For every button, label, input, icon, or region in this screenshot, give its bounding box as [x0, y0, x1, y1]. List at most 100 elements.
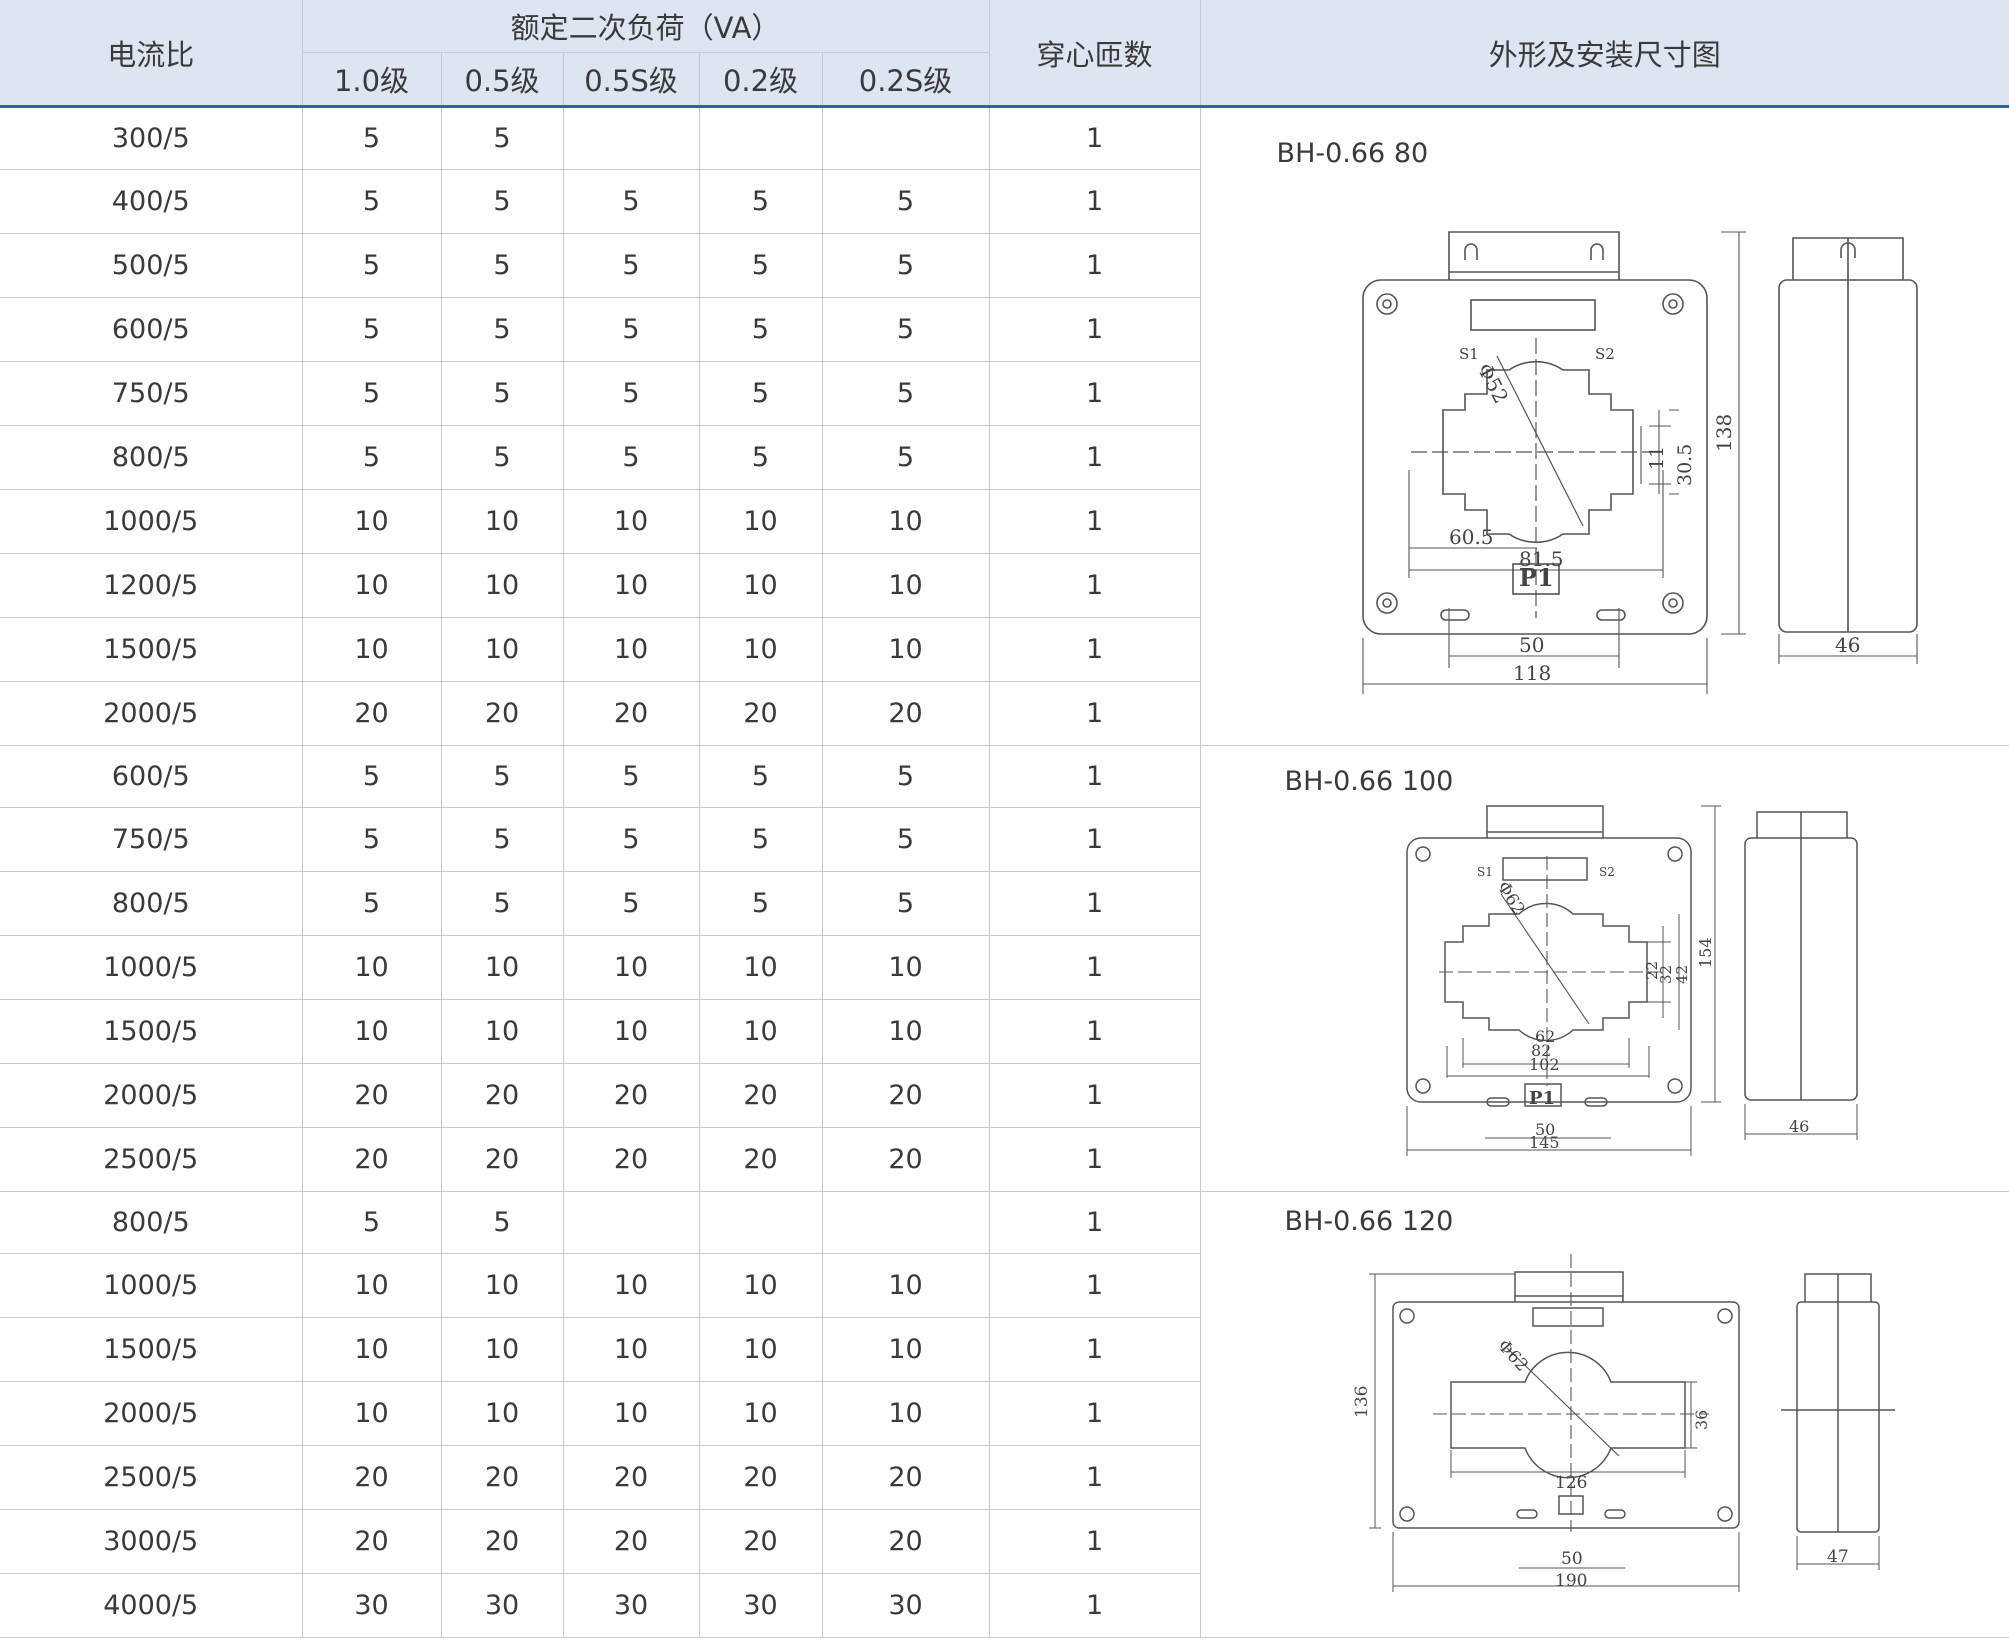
cell-burden: 5 [301, 297, 442, 362]
cell-burden: 20 [562, 1445, 700, 1510]
dim-hole: Φ62 [1493, 1336, 1532, 1376]
cell-burden: 20 [821, 1509, 990, 1574]
cell-burden: 10 [301, 489, 442, 554]
cell-burden: 5 [440, 169, 564, 234]
table-row: 300/5 5 5 1 BH-0.66 80 S1 S2 P1 Φ52 60.5… [0, 106, 2009, 746]
cell-turns: 1 [988, 745, 1201, 808]
cell-burden: 5 [562, 871, 700, 936]
cell-burden: 20 [698, 1127, 823, 1192]
cell-burden [698, 1191, 823, 1254]
cell-burden: 30 [301, 1573, 442, 1638]
dim-w2: 81.5 [1519, 547, 1564, 571]
cell-burden: 5 [440, 745, 564, 808]
cell-burden: 10 [821, 553, 990, 618]
cell-burden: 20 [562, 1063, 700, 1128]
cell-burden: 5 [698, 169, 823, 234]
s1-label: S1 [1477, 865, 1493, 879]
cell-burden: 10 [821, 617, 990, 682]
cell-burden: 10 [562, 935, 700, 1000]
dim-w1: 60.5 [1449, 525, 1494, 549]
cell-burden: 10 [698, 1317, 823, 1382]
cell-burden: 20 [562, 1127, 700, 1192]
cell-burden: 20 [821, 681, 990, 746]
cell-burden: 5 [301, 807, 442, 872]
cell-burden: 5 [440, 297, 564, 362]
dim-height: 154 [1696, 937, 1715, 968]
dim-h2: 30.5 [1674, 444, 1696, 486]
table-row: 600/5 5 5 5 5 5 1 BH-0.66 100 S1 S2 P1 Φ62 62 … [0, 745, 2009, 1192]
cell-burden: 5 [301, 233, 442, 298]
cell-burden: 20 [698, 1445, 823, 1510]
cell-burden: 20 [301, 1127, 442, 1192]
cell-burden: 20 [562, 681, 700, 746]
header-drawing: 外形及安装尺寸图 [1199, 0, 2009, 108]
cell-burden: 5 [698, 233, 823, 298]
cell-ratio: 800/5 [0, 425, 303, 490]
cell-burden: 10 [562, 553, 700, 618]
cell-ratio: 400/5 [0, 169, 303, 234]
cell-burden [821, 1191, 990, 1254]
cell-burden: 5 [301, 871, 442, 936]
p1-label: P1 [1529, 1088, 1555, 1109]
cell-turns: 1 [988, 617, 1201, 682]
cell-ratio: 600/5 [0, 745, 303, 808]
header-class-0-2s: 0.2S级 [821, 52, 990, 108]
cell-burden: 20 [698, 1509, 823, 1574]
drawing-cell: BH-0.66 80 S1 S2 P1 Φ52 60.5 81.5 11 30.… [1199, 106, 2009, 746]
cell-burden: 10 [301, 1253, 442, 1318]
cell-burden: 10 [301, 617, 442, 682]
cell-ratio: 1500/5 [0, 617, 303, 682]
drawing-cell: BH-0.66 120 Φ62 126 36 136 50 190 47 [1199, 1191, 2009, 1638]
cell-burden: 10 [698, 553, 823, 618]
cell-turns: 1 [988, 681, 1201, 746]
cell-burden: 10 [440, 489, 564, 554]
cell-ratio: 2500/5 [0, 1445, 303, 1510]
cell-turns: 1 [988, 425, 1201, 490]
cell-burden: 10 [440, 1253, 564, 1318]
cell-burden: 10 [698, 935, 823, 1000]
cell-burden: 10 [821, 999, 990, 1064]
cell-burden: 5 [562, 169, 700, 234]
cell-ratio: 800/5 [0, 1191, 303, 1254]
cell-burden: 5 [440, 807, 564, 872]
cell-turns: 1 [988, 489, 1201, 554]
dim-h1: 11 [1646, 446, 1668, 470]
dim-width: 190 [1555, 1571, 1587, 1591]
cell-burden: 5 [562, 745, 700, 808]
cell-burden [821, 106, 990, 170]
cell-burden: 10 [562, 1317, 700, 1382]
cell-burden: 5 [821, 297, 990, 362]
cell-burden: 10 [698, 1381, 823, 1446]
cell-burden [698, 106, 823, 170]
header-ratio: 电流比 [0, 0, 303, 108]
cell-burden: 10 [698, 999, 823, 1064]
cell-burden: 5 [301, 425, 442, 490]
cell-turns: 1 [988, 935, 1201, 1000]
dim-height: 138 [1712, 414, 1736, 452]
cell-turns: 1 [988, 106, 1201, 170]
cell-burden: 10 [821, 1381, 990, 1446]
cell-burden: 10 [440, 1317, 564, 1382]
cell-burden: 10 [562, 999, 700, 1064]
cell-burden: 5 [698, 807, 823, 872]
header-class-0-2: 0.2级 [698, 52, 823, 108]
cell-turns: 1 [988, 1445, 1201, 1510]
cell-burden: 10 [821, 489, 990, 554]
s2-label: S2 [1599, 865, 1615, 879]
cell-turns: 1 [988, 1127, 1201, 1192]
cell-burden: 20 [698, 681, 823, 746]
cell-turns: 1 [988, 297, 1201, 362]
cell-burden: 20 [440, 1127, 564, 1192]
cell-ratio: 800/5 [0, 871, 303, 936]
cell-burden: 5 [301, 106, 442, 170]
cell-burden [562, 1191, 700, 1254]
cell-ratio: 300/5 [0, 106, 303, 170]
cell-burden: 5 [698, 425, 823, 490]
cell-burden: 20 [440, 1063, 564, 1128]
cell-ratio: 1000/5 [0, 1253, 303, 1318]
cell-burden: 20 [301, 1445, 442, 1510]
cell-ratio: 1200/5 [0, 553, 303, 618]
cell-burden: 5 [440, 425, 564, 490]
cell-burden: 5 [301, 1191, 442, 1254]
cell-turns: 1 [988, 233, 1201, 298]
